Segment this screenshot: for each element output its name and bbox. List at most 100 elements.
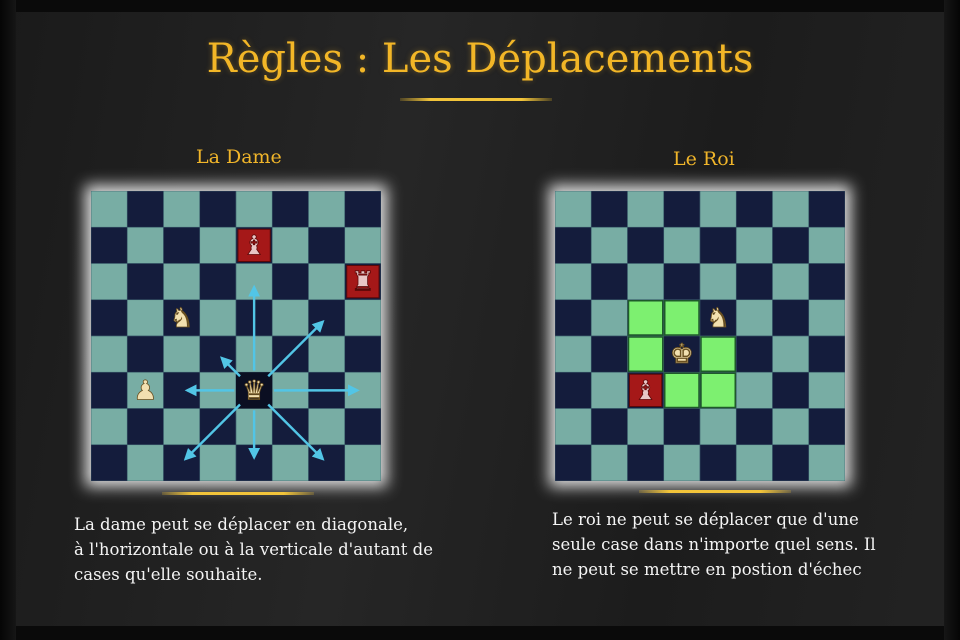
board-square <box>126 408 164 446</box>
board-square <box>163 263 201 301</box>
board-square <box>808 226 845 264</box>
board-square <box>808 191 845 228</box>
frame-right <box>944 0 960 640</box>
board-square <box>308 408 346 446</box>
board-square <box>627 191 665 228</box>
board-square <box>772 335 810 373</box>
own-knight-icon: ♞ <box>706 303 730 334</box>
board-square <box>590 226 628 264</box>
board-square <box>163 226 201 264</box>
frame-top <box>0 0 960 12</box>
board-square <box>308 263 346 301</box>
board-square <box>555 299 592 337</box>
board-square <box>663 263 701 301</box>
board-square <box>735 299 773 337</box>
king-description-line: Le roi ne peut se déplacer que d'une <box>552 510 859 529</box>
board-square <box>808 299 845 337</box>
board-square <box>772 191 810 228</box>
board-square <box>271 226 309 264</box>
board-square <box>308 226 346 264</box>
board-square <box>555 335 592 373</box>
board-square <box>808 408 845 446</box>
board-square <box>91 191 128 228</box>
board-square <box>126 263 164 301</box>
move-highlight-square <box>700 372 736 409</box>
move-highlight-square <box>700 336 736 372</box>
board-square <box>808 335 845 373</box>
board-square <box>308 335 346 373</box>
move-highlight-square <box>627 300 664 336</box>
queen-description-line: La dame peut se déplacer en diagonale, <box>74 515 409 534</box>
board-square <box>344 444 381 481</box>
board-square <box>590 191 628 228</box>
board-square <box>772 444 810 481</box>
board-square <box>808 444 845 481</box>
board-square <box>308 191 346 228</box>
king-description: Le roi ne peut se déplacer que d'une seu… <box>552 507 876 582</box>
queen-board-svg: ♝ ♜ ♞ ♟ ♛ <box>91 191 381 481</box>
move-highlight-square <box>664 372 700 409</box>
board-square <box>772 371 810 409</box>
king-heading: Le Roi <box>673 148 735 170</box>
board-square <box>163 335 201 373</box>
king-separator <box>639 490 791 493</box>
board-square <box>344 335 381 373</box>
queen-description-line: à l'horizontale ou à la verticale d'auta… <box>74 540 433 559</box>
board-square <box>627 408 665 446</box>
board-square <box>199 191 237 228</box>
frame-bottom <box>0 626 960 640</box>
board-square <box>555 444 592 481</box>
board-square <box>163 191 201 228</box>
queen-description: La dame peut se déplacer en diagonale, à… <box>74 512 433 587</box>
board-square <box>808 371 845 409</box>
board-square <box>627 444 665 481</box>
board-square <box>91 226 128 264</box>
board-square <box>590 371 628 409</box>
board-square <box>590 263 628 301</box>
board-square <box>271 444 309 481</box>
board-square <box>555 226 592 264</box>
board-square <box>627 226 665 264</box>
queen-icon: ♛ <box>242 375 266 406</box>
board-square <box>772 408 810 446</box>
enemy-bishop-icon: ♝ <box>634 375 658 406</box>
board-square <box>699 191 737 228</box>
board-square <box>699 444 737 481</box>
board-square <box>555 408 592 446</box>
board-square <box>91 335 128 373</box>
board-square <box>627 263 665 301</box>
enemy-bishop-icon: ♝ <box>242 230 266 261</box>
board-square <box>271 299 309 337</box>
board-square <box>344 299 381 337</box>
frame-left <box>0 0 16 640</box>
move-highlight-square <box>664 300 700 336</box>
board-square <box>808 263 845 301</box>
board-square <box>699 226 737 264</box>
board-square <box>199 299 237 337</box>
board-square <box>271 263 309 301</box>
board-square <box>772 263 810 301</box>
board-square <box>735 408 773 446</box>
board-square <box>91 408 128 446</box>
board-square <box>735 371 773 409</box>
board-square <box>271 191 309 228</box>
page-title: Règles : Les Déplacements <box>206 36 754 82</box>
board-square <box>735 191 773 228</box>
queen-board: ♝ ♜ ♞ ♟ ♛ <box>91 191 381 481</box>
board-square <box>199 444 237 481</box>
board-square <box>735 226 773 264</box>
king-board-svg: ♞ ♚ ♝ <box>555 191 845 481</box>
own-knight-icon: ♞ <box>170 303 194 334</box>
own-pawn-icon: ♟ <box>133 375 157 406</box>
board-square <box>555 371 592 409</box>
board-square <box>663 408 701 446</box>
board-square <box>126 191 164 228</box>
board-square <box>590 408 628 446</box>
board-square <box>699 408 737 446</box>
board-square <box>735 444 773 481</box>
board-square <box>126 226 164 264</box>
board-square <box>735 263 773 301</box>
queen-description-line: cases qu'elle souhaite. <box>74 565 263 584</box>
board-square <box>555 263 592 301</box>
board-square <box>663 191 701 228</box>
